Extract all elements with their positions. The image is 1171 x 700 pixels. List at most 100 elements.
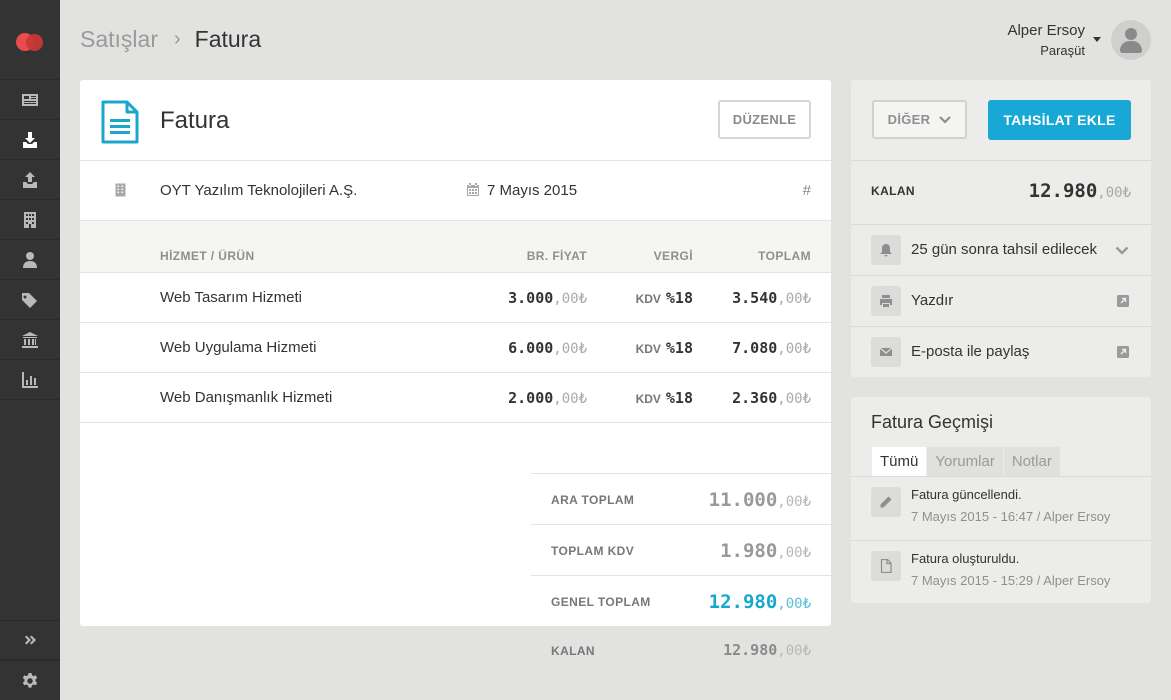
building-icon: [115, 183, 126, 197]
building-icon: [24, 211, 36, 228]
unit-price: 6.000,00₺: [508, 339, 587, 357]
sidebar-item-purchases[interactable]: [0, 160, 60, 200]
remaining-label: KALAN: [551, 644, 595, 658]
table-row: Web Uygulama Hizmeti 6.000,00₺ KDV %18 7.…: [80, 323, 831, 373]
grand-total-label: GENEL TOPLAM: [551, 595, 651, 609]
external-link-icon: [1117, 346, 1129, 358]
sidebar-item-companies[interactable]: [0, 200, 60, 240]
pencil-icon: [871, 487, 901, 517]
invoice-header: Fatura DÜZENLE: [80, 80, 831, 161]
print-row[interactable]: Yazdır: [851, 276, 1151, 326]
column-item: HİZMET / ÜRÜN: [160, 249, 255, 263]
history-item-text: Fatura oluşturuldu.: [911, 551, 1020, 566]
breadcrumb-parent-link[interactable]: Satışlar: [80, 26, 158, 53]
history-item: Fatura oluşturuldu. 7 Mayıs 2015 - 15:29…: [851, 541, 1151, 601]
sidebar-item-bank[interactable]: [0, 320, 60, 360]
table-row: Web Tasarım Hizmeti 3.000,00₺ KDV %18 3.5…: [80, 273, 831, 323]
tab-notes[interactable]: Notlar: [1003, 447, 1060, 477]
tab-comments[interactable]: Yorumlar: [927, 447, 1004, 477]
sidebar-item-newspaper[interactable]: [0, 80, 60, 120]
totals-block: ARA TOPLAM 11.000,00₺ TOPLAM KDV 1.980,0…: [531, 473, 831, 626]
sidebar-item-sales[interactable]: [0, 120, 60, 160]
invoice-title: Fatura: [160, 107, 230, 134]
brand-logo[interactable]: [0, 0, 60, 80]
page-title: Fatura: [194, 26, 262, 52]
user-menu[interactable]: Alper Ersoy Paraşüt: [1007, 20, 1151, 60]
external-link-icon: [1117, 295, 1129, 307]
column-total: TOPLAM: [758, 249, 811, 263]
email-share-row[interactable]: E-posta ile paylaş: [851, 327, 1151, 377]
unit-price: 2.000,00₺: [508, 389, 587, 407]
item-name: Web Danışmanlık Hizmeti: [160, 389, 333, 406]
remaining-amount: 12.980,00₺: [1028, 180, 1131, 202]
chevron-down-icon: [1115, 246, 1129, 255]
print-label: Yazdır: [911, 292, 954, 309]
document-icon: [871, 551, 901, 581]
chevron-down-icon: [939, 115, 952, 124]
history-item-meta: 7 Mayıs 2015 - 16:47 / Alper Ersoy: [911, 509, 1111, 524]
history-item: Fatura güncellendi. 7 Mayıs 2015 - 16:47…: [851, 477, 1151, 537]
remaining-value: 12.980,00₺: [723, 641, 811, 659]
subtotal-value: 11.000,00₺: [708, 489, 811, 511]
breadcrumb-separator: ›: [173, 28, 181, 50]
printer-icon: [871, 286, 901, 316]
tax-rate: KDV %18: [635, 289, 693, 307]
line-total: 7.080,00₺: [732, 339, 811, 357]
other-label: DİĞER: [887, 112, 931, 127]
add-payment-button[interactable]: TAHSİLAT EKLE: [988, 100, 1131, 140]
grand-total-row: GENEL TOPLAM 12.980,00₺: [531, 575, 831, 626]
item-name: Web Tasarım Hizmeti: [160, 289, 302, 306]
user-name: Alper Ersoy: [1007, 22, 1085, 39]
sidebar-settings-button[interactable]: [0, 660, 60, 700]
vat-total-value: 1.980,00₺: [720, 540, 811, 562]
sidebar-item-employees[interactable]: [0, 240, 60, 280]
bar-chart-icon: [22, 371, 38, 388]
item-name: Web Uygulama Hizmeti: [160, 339, 317, 356]
invoice-number: #: [802, 182, 811, 199]
email-share-label: E-posta ile paylaş: [911, 343, 1030, 360]
envelope-icon: [871, 337, 901, 367]
sidebar-item-products[interactable]: [0, 280, 60, 320]
tags-icon: [22, 292, 37, 308]
column-tax: VERGİ: [653, 249, 693, 263]
table-row: Web Danışmanlık Hizmeti 2.000,00₺ KDV %18…: [80, 373, 831, 423]
table-header: HİZMET / ÜRÜN BR. FİYAT VERGİ TOPLAM: [80, 221, 831, 273]
remaining-label: KALAN: [871, 184, 915, 198]
sidebar-item-reports[interactable]: [0, 360, 60, 400]
gear-icon: [22, 672, 38, 688]
edit-button[interactable]: DÜZENLE: [718, 100, 811, 139]
vat-total-label: TOPLAM KDV: [551, 544, 635, 558]
column-price: BR. FİYAT: [526, 249, 587, 263]
remaining-row: KALAN 12.980,00₺: [531, 641, 831, 661]
unit-price: 3.000,00₺: [508, 289, 587, 307]
tax-rate: KDV %18: [635, 339, 693, 357]
other-dropdown-button[interactable]: DİĞER: [872, 100, 967, 139]
due-text: 25 gün sonra tahsil edilecek: [911, 241, 1097, 258]
user-company: Paraşüt: [1040, 43, 1085, 58]
bank-icon: [22, 331, 38, 348]
document-icon: [101, 100, 139, 144]
sidebar-expand-button[interactable]: [0, 620, 60, 660]
newspaper-icon: [22, 93, 38, 106]
tax-rate: KDV %18: [635, 389, 693, 407]
history-title: Fatura Geçmişi: [871, 412, 994, 432]
bell-icon: [871, 235, 901, 265]
grand-total-value: 12.980,00₺: [708, 591, 811, 613]
caret-down-icon: [1093, 36, 1101, 42]
actions-panel: DİĞER TAHSİLAT EKLE KALAN 12.980,00₺ 25 …: [851, 80, 1151, 377]
line-total: 3.540,00₺: [732, 289, 811, 307]
customer-name[interactable]: OYT Yazılım Teknolojileri A.Ş.: [160, 182, 357, 199]
history-item-text: Fatura güncellendi.: [911, 487, 1022, 502]
vat-total-row: TOPLAM KDV 1.980,00₺: [531, 524, 831, 575]
expand-icon: [25, 635, 36, 645]
tab-all[interactable]: Tümü: [872, 447, 928, 477]
breadcrumb: Satışlar › Fatura: [80, 26, 261, 53]
calendar-icon: [467, 183, 479, 196]
sidebar: [0, 0, 60, 700]
subtotal-row: ARA TOPLAM 11.000,00₺: [531, 473, 831, 524]
upload-box-icon: [23, 171, 37, 188]
due-reminder-row[interactable]: 25 gün sonra tahsil edilecek: [851, 225, 1151, 275]
invoice-date: 7 Mayıs 2015: [487, 182, 578, 199]
avatar[interactable]: [1111, 20, 1151, 60]
history-tabs: Tümü Yorumlar Notlar: [872, 447, 1060, 477]
